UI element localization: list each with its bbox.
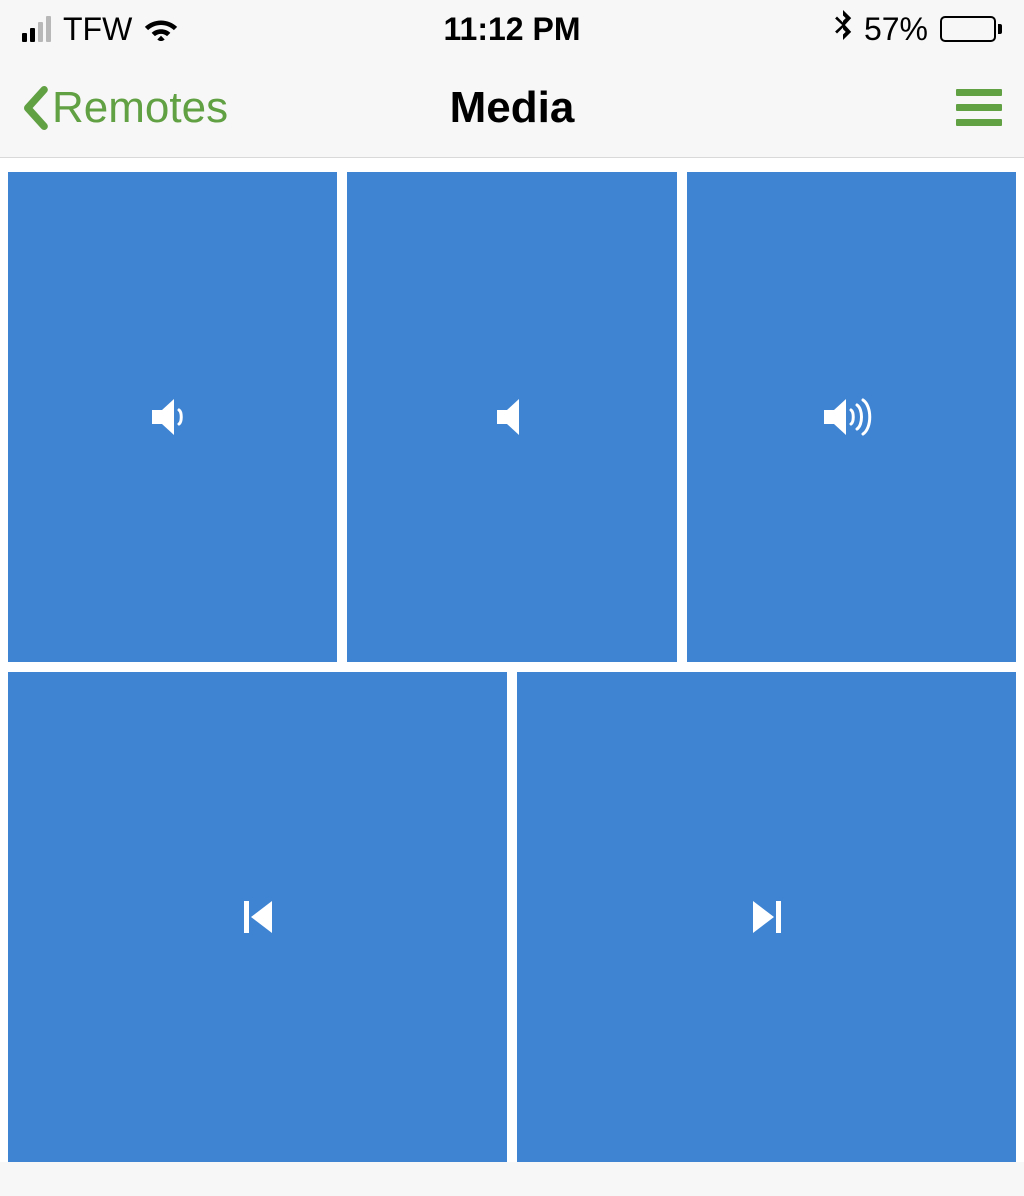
battery-percent: 57% [864, 11, 928, 48]
status-bar: TFW 11:12 PM 57% [0, 0, 1024, 58]
volume-mute-icon [487, 395, 537, 439]
next-track-button[interactable] [517, 672, 1016, 1162]
chevron-left-icon [22, 86, 48, 130]
battery-icon [940, 16, 1002, 42]
skip-next-icon [747, 895, 787, 939]
previous-track-button[interactable] [8, 672, 507, 1162]
tile-grid [0, 158, 1024, 1162]
wifi-icon [144, 16, 178, 42]
volume-low-icon [148, 395, 198, 439]
bluetooth-icon [834, 10, 852, 48]
carrier-label: TFW [63, 11, 132, 48]
skip-previous-icon [238, 895, 278, 939]
navigation-bar: Remotes Media [0, 58, 1024, 158]
tile-row-1 [8, 172, 1016, 662]
volume-up-button[interactable] [687, 172, 1016, 662]
volume-high-icon [821, 395, 881, 439]
menu-button[interactable] [956, 89, 1002, 126]
hamburger-icon [956, 89, 1002, 96]
volume-down-button[interactable] [8, 172, 337, 662]
back-label: Remotes [52, 83, 228, 133]
tile-row-2 [8, 672, 1016, 1162]
page-title: Media [450, 83, 575, 133]
back-button[interactable]: Remotes [22, 83, 228, 133]
status-left: TFW [22, 11, 178, 48]
cellular-signal-icon [22, 16, 51, 42]
status-right: 57% [834, 10, 1002, 48]
volume-mute-button[interactable] [347, 172, 676, 662]
status-time: 11:12 PM [444, 11, 581, 48]
